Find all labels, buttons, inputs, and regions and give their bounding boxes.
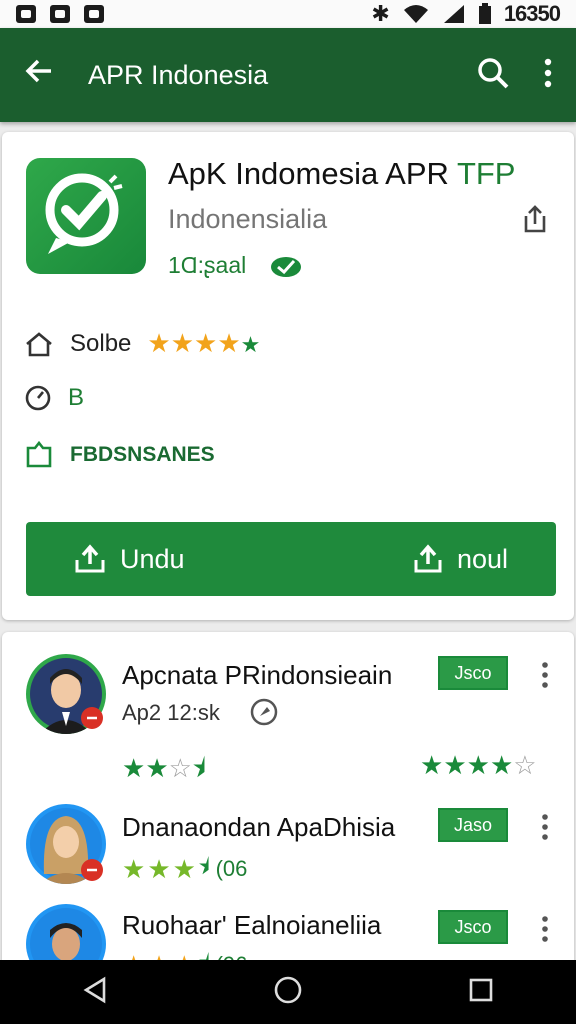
open-button[interactable]: noul: [413, 544, 508, 575]
review-name: Ruohaar' Ealnoianeliia: [122, 910, 382, 940]
tag-text: FBDSNSANES: [70, 443, 215, 466]
reviews-card: Apcnata PRindonsieain Ap2 12:sk Jsco ★★☆…: [2, 632, 574, 972]
download-icon: [75, 544, 105, 573]
rating-label: Solbe: [70, 329, 132, 357]
wifi-icon: [403, 5, 428, 23]
at-icon: [250, 698, 278, 726]
more-vert-icon[interactable]: [544, 58, 552, 93]
badge-icon: [81, 707, 103, 729]
app-icon: [26, 158, 146, 274]
more-vert-icon[interactable]: [542, 662, 548, 692]
page-title: APR Indonesia: [88, 59, 269, 90]
info-text: B: [68, 384, 85, 411]
reply-badge[interactable]: Jsco: [438, 910, 508, 944]
tag-row[interactable]: FBDSNSANES: [24, 440, 215, 470]
share-icon[interactable]: [520, 204, 550, 234]
back-arrow-icon[interactable]: [24, 56, 74, 95]
signal-icon: [443, 5, 464, 23]
rating-stars: ★★★★★: [147, 328, 261, 358]
reply-badge[interactable]: Jaso: [438, 808, 508, 842]
search-icon[interactable]: [476, 56, 510, 95]
review-name: Apcnata PRindonsieain: [122, 660, 393, 690]
review-name: Dnanaondan ApaDhisia: [122, 812, 396, 842]
review-sub: Ap2 12:sk: [122, 700, 220, 725]
app-detail-card: ApK Indomesia APR TFP Indonensialia 1Ɑ:ʂ…: [2, 132, 574, 620]
action-bar: Undu noul: [26, 522, 556, 596]
developer-name[interactable]: Indonensialia: [168, 204, 327, 235]
open-label: noul: [456, 543, 508, 574]
app-name: ApK Indomesia APR TFP: [168, 156, 516, 191]
review-stars: ★ ★ ★ ⯨ (06: [122, 853, 248, 884]
tag-icon: [26, 440, 52, 468]
clock-icon: [25, 385, 51, 411]
more-vert-icon[interactable]: [542, 916, 548, 946]
badge-icon: [271, 256, 302, 277]
battery-icon: [478, 3, 491, 24]
badge-icon: [81, 859, 103, 881]
upload-icon: [414, 544, 442, 573]
app-bar: APR Indonesia: [0, 28, 576, 122]
home-icon: [26, 331, 52, 356]
rating-row: Solbe ★★★★★: [24, 328, 260, 359]
notification-icon: [16, 5, 36, 23]
notification-icon: [84, 5, 104, 23]
review-stars: ★★★★☆: [420, 750, 537, 780]
reply-badge[interactable]: Jsco: [438, 656, 508, 690]
system-nav-bar: [0, 960, 576, 1024]
nav-home-icon[interactable]: [273, 975, 303, 1010]
more-vert-icon[interactable]: [542, 814, 548, 844]
nav-back-icon[interactable]: [82, 976, 108, 1009]
review-stars: ★★☆⯨: [122, 753, 206, 783]
app-meta: 1Ɑ:ʂaal: [168, 252, 304, 279]
nav-recents-icon[interactable]: [468, 977, 494, 1008]
install-label: Undu: [120, 543, 185, 574]
notification-icon: [50, 5, 70, 23]
bluetooth-icon: ✱: [371, 1, 390, 26]
install-button[interactable]: Undu: [74, 544, 185, 575]
clock: 16350: [503, 1, 561, 26]
info-row: B: [24, 384, 84, 412]
status-bar: ✱ 16350: [0, 0, 576, 28]
